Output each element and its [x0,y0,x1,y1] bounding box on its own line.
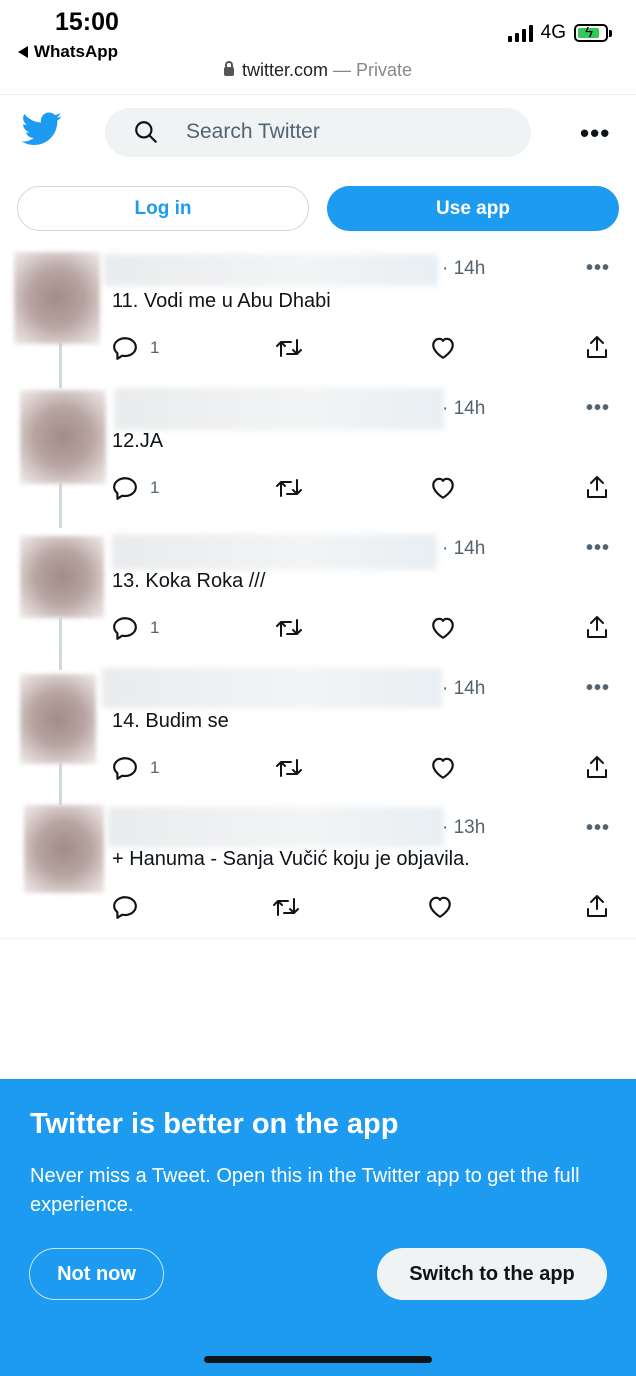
search-placeholder: Search Twitter [186,120,320,143]
network-label: 4G [540,22,566,43]
browser-url-bar[interactable]: twitter.com — Private [0,60,636,81]
tweet-text: 12.JA [112,430,164,452]
not-now-button[interactable]: Not now [29,1248,164,1300]
share-icon [587,756,607,778]
avatar[interactable] [20,674,96,764]
share-button[interactable] [585,474,609,505]
reply-icon [113,757,137,780]
reply-button[interactable] [112,895,150,919]
tweet-more-icon[interactable]: ••• [586,817,610,840]
retweet-button[interactable] [275,336,303,365]
use-app-button[interactable]: Use app [327,186,619,231]
avatar[interactable] [24,805,104,893]
author-name[interactable] [108,807,444,847]
retweet-icon [276,759,302,777]
home-indicator[interactable] [204,1356,432,1363]
author-name[interactable] [104,254,438,286]
retweet-icon [276,479,302,497]
tweet[interactable]: · 14h ••• 14. Budim se 1 [0,668,636,802]
switch-to-app-button[interactable]: Switch to the app [377,1248,607,1300]
back-app-label: WhatsApp [34,42,119,61]
retweet-button[interactable] [275,756,303,785]
tweet-time[interactable]: · 14h [442,398,485,420]
author-name[interactable] [114,388,444,430]
reply-icon [113,337,137,360]
like-icon [429,896,451,918]
share-button[interactable] [585,893,609,924]
share-icon [587,476,607,498]
tweet-time[interactable]: · 14h [442,538,485,560]
like-button[interactable] [430,756,456,785]
retweet-icon [273,898,299,916]
reply-icon [113,617,137,640]
like-button[interactable] [427,895,453,924]
reply-button[interactable]: 1 [112,616,159,640]
lock-icon [223,61,234,76]
battery-icon: ϟ [574,24,612,42]
reply-icon [113,477,137,500]
reply-count: 1 [150,618,160,637]
reply-icon [113,896,137,919]
tweet-more-icon[interactable]: ••• [586,397,610,420]
retweet-button[interactable] [275,616,303,645]
reply-count: 1 [150,338,160,357]
tweet[interactable]: · 14h ••• 13. Koka Roka /// 1 [0,528,636,662]
like-icon [432,337,454,359]
tweet-text: + Hanuma - Sanja Vučić koju je objavila. [112,848,470,870]
back-to-app-link[interactable]: WhatsApp [18,42,118,62]
share-icon [587,895,607,917]
share-button[interactable] [585,614,609,645]
retweet-button[interactable] [275,476,303,505]
avatar[interactable] [20,536,104,618]
tweet[interactable]: · 13h ••• + Hanuma - Sanja Vučić koju je… [0,805,636,937]
login-button[interactable]: Log in [17,186,309,231]
retweet-icon [276,619,302,637]
private-mode-label: — Private [333,60,413,80]
status-time: 15:00 [55,8,119,36]
like-icon [432,617,454,639]
share-icon [587,336,607,358]
tweet-more-icon[interactable]: ••• [586,537,610,560]
banner-title: Twitter is better on the app [30,1108,399,1140]
retweet-button[interactable] [272,895,300,924]
tweet[interactable]: · 14h ••• 12.JA 1 [0,388,636,522]
share-button[interactable] [585,754,609,785]
banner-text: Never miss a Tweet. Open this in the Twi… [30,1165,580,1216]
divider [0,938,636,939]
back-arrow-icon [18,46,28,58]
tweet-text: 13. Koka Roka /// [112,570,266,592]
search-icon [133,119,159,150]
more-icon[interactable]: ••• [580,118,610,149]
share-button[interactable] [585,334,609,365]
tweet-text: 14. Budim se [112,710,229,732]
share-icon [587,616,607,638]
like-icon [432,477,454,499]
reply-button[interactable]: 1 [112,336,159,360]
retweet-icon [276,339,302,357]
tweet-time[interactable]: · 13h [442,817,485,839]
reply-button[interactable]: 1 [112,476,159,500]
like-button[interactable] [430,476,456,505]
reply-button[interactable]: 1 [112,756,159,780]
tweet-time[interactable]: · 14h [442,258,485,280]
avatar[interactable] [20,390,106,484]
status-indicators: 4G ϟ [507,22,612,44]
divider [0,94,636,95]
like-button[interactable] [430,616,456,645]
author-name[interactable] [102,668,442,708]
like-button[interactable] [430,336,456,365]
signal-icon [507,24,533,42]
reply-count: 1 [150,478,160,497]
tweet-more-icon[interactable]: ••• [586,257,610,280]
tweet-time[interactable]: · 14h [442,678,485,700]
url-domain: twitter.com [241,60,328,80]
tweet-text: 11. Vodi me u Abu Dhabi [112,290,331,312]
tweet-more-icon[interactable]: ••• [586,677,610,700]
tweet[interactable]: · 14h ••• 11. Vodi me u Abu Dhabi 1 [0,248,636,382]
twitter-bird-icon[interactable] [21,112,62,151]
like-icon [432,757,454,779]
reply-count: 1 [150,758,160,777]
author-name[interactable] [112,534,437,570]
avatar[interactable] [14,252,100,344]
